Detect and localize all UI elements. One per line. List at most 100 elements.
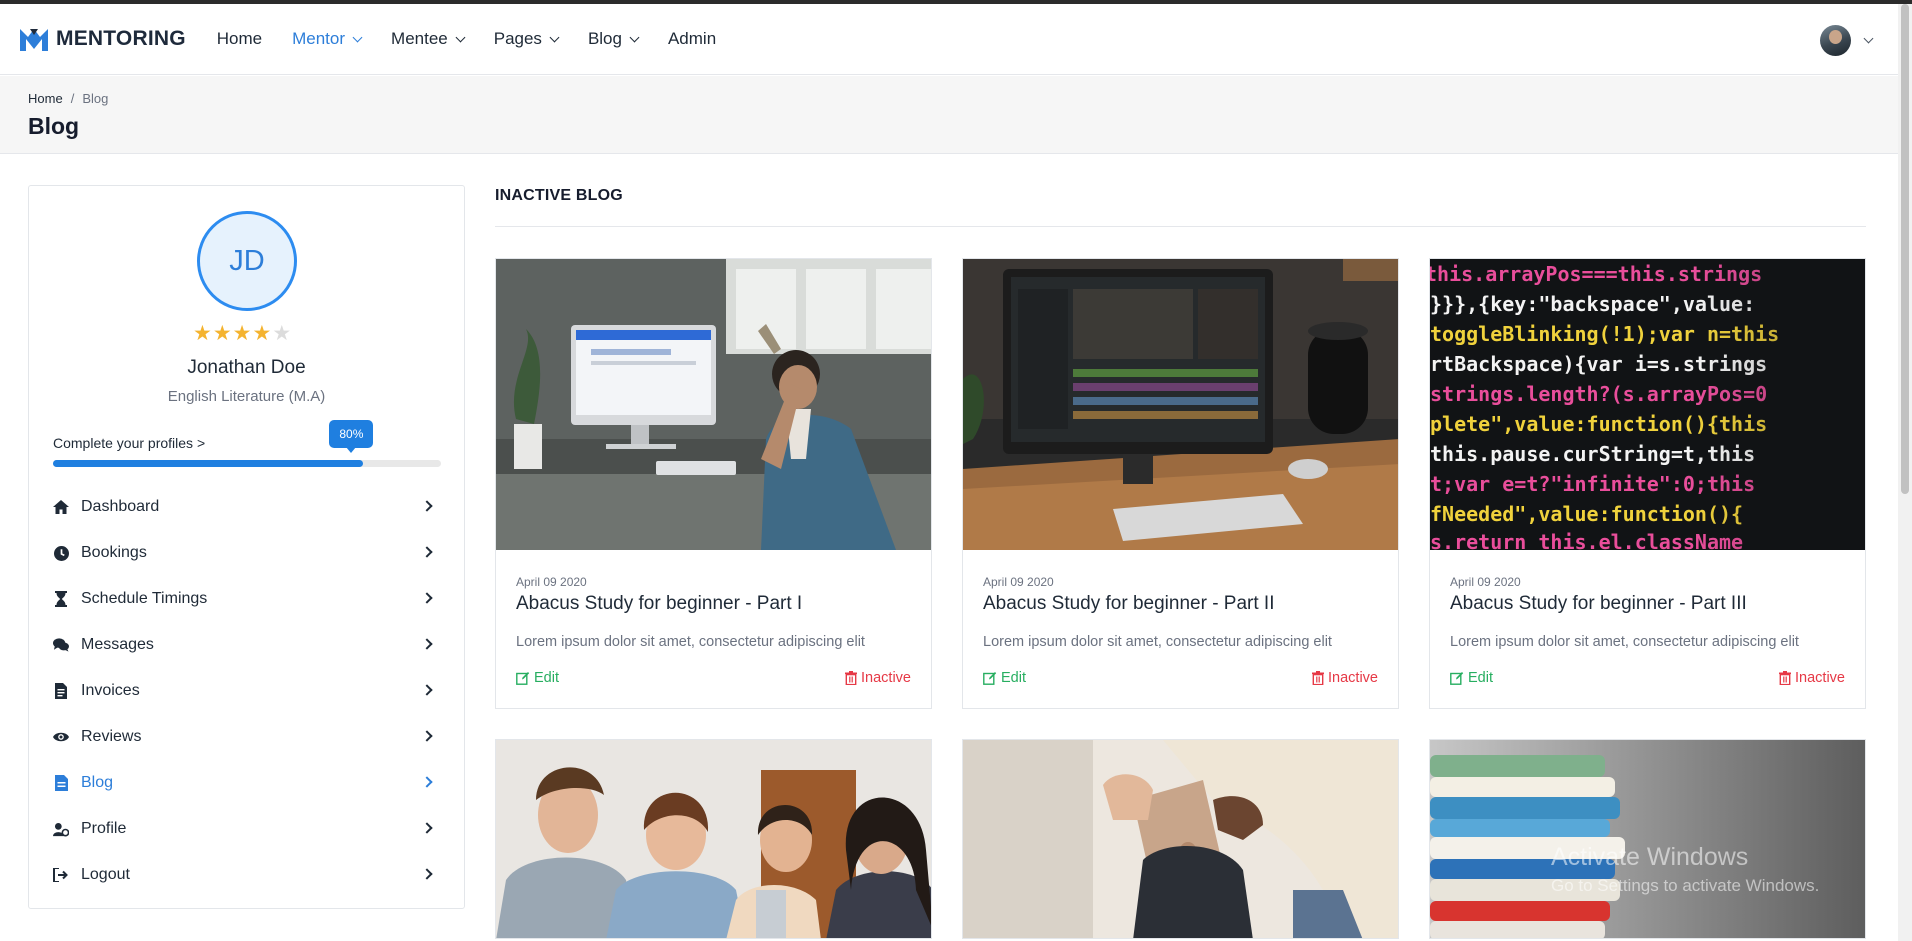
nav-blog-label: Blog [587,29,622,48]
chevron-down-icon[interactable] [1863,33,1874,44]
star-icon: ★ [232,322,252,345]
home-icon [53,499,69,515]
main-nav: Home Mentor Mentee Pages Blog Admin [217,29,746,49]
trash-icon [845,671,858,685]
blog-card: this.arrayPos===this.strings }}},{key:"b… [1429,258,1866,709]
breadcrumb-bar: Home / Blog Blog [0,76,1898,154]
chevron-down-icon [549,32,560,42]
trash-icon [1312,671,1325,685]
sidebar-item-bookings[interactable]: Bookings [53,530,441,576]
brand-logo[interactable]: MENTORING [18,25,186,53]
blog-card: April 09 2020 Abacus Study for beginner … [962,258,1399,709]
edit-button[interactable]: Edit [1450,670,1493,686]
profile-initials: JD [229,244,265,277]
eye-icon [53,729,69,745]
star-empty-icon: ★ [272,322,292,345]
sidebar-item-dashboard[interactable]: Dashboard [53,484,441,530]
nav-admin-label: Admin [667,29,717,48]
video-editing-desk-photo[interactable] [963,259,1398,550]
inactive-button[interactable]: Inactive [1312,670,1378,686]
section-divider [495,226,1866,227]
blog-card [1429,739,1866,939]
chevron-right-icon [421,776,433,788]
complete-profile-link[interactable]: Complete your profiles > [53,435,205,451]
blog-card: April 09 2020 Abacus Study for beginner … [495,258,932,709]
sidebar-item-label: Logout [81,866,130,883]
user-cog-icon [53,821,69,837]
star-icon: ★ [252,322,272,345]
edit-label: Edit [534,670,559,686]
blog-date: April 09 2020 [1450,575,1521,589]
inactive-button[interactable]: Inactive [1779,670,1845,686]
inactive-button[interactable]: Inactive [845,670,911,686]
nav-mentor-label: Mentor [292,29,346,48]
code-screen-photo[interactable]: this.arrayPos===this.strings }}},{key:"b… [1430,259,1865,550]
blog-date: April 09 2020 [516,575,587,589]
top-navbar: MENTORING Home Mentor Mentee Pages Blog … [0,4,1898,75]
star-icon: ★ [193,322,212,345]
clock-icon [53,545,69,561]
blog-title[interactable]: Abacus Study for beginner - Part II [983,593,1275,615]
sidebar-item-label: Profile [81,820,127,837]
blog-icon [53,775,69,791]
sidebar-item-messages[interactable]: Messages [53,622,441,668]
sidebar-item-label: Bookings [81,544,147,561]
logo-mark-icon [20,29,48,51]
stacked-books-photo[interactable] [1430,740,1865,938]
page-scrollbar[interactable] [1898,4,1912,941]
chevron-right-icon [421,822,433,834]
edit-button[interactable]: Edit [516,670,559,686]
sidebar-item-label: Dashboard [81,498,160,515]
breadcrumb-current: Blog [82,91,109,106]
profile-sidebar: JD ★ ★ ★ ★ ★ Jonathan Doe English Litera… [28,185,465,909]
section-title: INACTIVE BLOG [495,187,623,204]
edit-button[interactable]: Edit [983,670,1026,686]
scrollbar-thumb[interactable] [1901,4,1909,494]
sidebar-item-label: Messages [81,636,154,653]
comments-icon [53,637,69,653]
user-menu[interactable] [1820,25,1874,56]
sidebar-item-blog[interactable]: Blog [53,760,441,806]
nav-blog[interactable]: Blog [587,29,640,49]
nav-pages-label: Pages [493,29,542,48]
sidebar-item-profile[interactable]: Profile [53,806,441,852]
blog-date: April 09 2020 [983,575,1054,589]
chevron-right-icon [421,684,433,696]
edit-icon [516,672,530,685]
nav-home[interactable]: Home [217,29,262,49]
blog-card [962,739,1399,939]
progress-badge: 80% [329,420,374,453]
windows-watermark-subtitle: Go to Settings to activate Windows. [1551,876,1820,895]
laptop-backpack-photo[interactable] [963,740,1398,938]
breadcrumb-home[interactable]: Home [28,91,63,106]
blog-title[interactable]: Abacus Study for beginner - Part III [1450,593,1747,615]
inactive-label: Inactive [1328,670,1378,686]
sidebar-item-schedule-timings[interactable]: Schedule Timings [53,576,441,622]
sidebar-item-reviews[interactable]: Reviews [53,714,441,760]
nav-home-label: Home [216,29,263,48]
nav-admin[interactable]: Admin [668,29,716,49]
chevron-right-icon [421,500,433,512]
sidebar-item-logout[interactable]: Logout [53,852,441,898]
sidebar-menu: Dashboard Bookings Schedule Timings Mess… [53,484,441,898]
students-group-photo[interactable] [496,740,931,938]
profile-progress-fill [53,460,364,467]
sidebar-item-label: Invoices [81,682,140,699]
user-avatar[interactable] [1820,25,1851,56]
hourglass-icon [53,591,69,607]
blog-description: Lorem ipsum dolor sit amet, consectetur … [983,634,1332,650]
sidebar-item-invoices[interactable]: Invoices [53,668,441,714]
profile-name: Jonathan Doe [187,357,306,378]
inactive-label: Inactive [1795,670,1845,686]
blog-card [495,739,932,939]
nav-mentee[interactable]: Mentee [391,29,466,49]
chevron-right-icon [421,546,433,558]
nav-pages[interactable]: Pages [493,29,560,49]
nav-mentor[interactable]: Mentor [292,29,363,49]
blog-title[interactable]: Abacus Study for beginner - Part I [516,593,802,615]
profile-degree: English Literature (M.A) [167,388,326,405]
edit-label: Edit [1468,670,1493,686]
man-at-imac-photo[interactable] [496,259,931,550]
rating-stars: ★ ★ ★ ★ ★ [193,323,292,344]
invoice-icon [53,683,69,699]
